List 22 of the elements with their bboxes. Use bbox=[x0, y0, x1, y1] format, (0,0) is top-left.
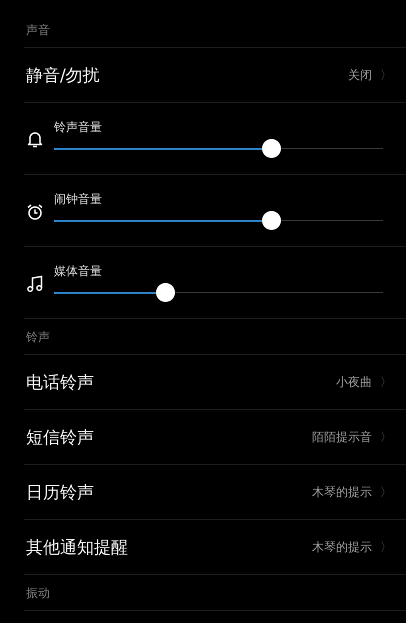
section-header: 声音 bbox=[26, 22, 50, 39]
slider-thumb[interactable] bbox=[156, 283, 176, 302]
bell-icon bbox=[26, 131, 44, 149]
alarm-clock-icon bbox=[26, 203, 44, 221]
slider-thumb[interactable] bbox=[262, 139, 281, 158]
settings-row[interactable]: 其他通知提醒 木琴的提示 〉 bbox=[24, 520, 406, 575]
slider-label: 媒体音量 bbox=[54, 263, 102, 280]
settings-row[interactable]: 静音/勿扰 关闭 〉 bbox=[24, 48, 406, 103]
settings-row[interactable]: 短信铃声 陌陌提示音 〉 bbox=[24, 410, 406, 465]
section-header: 铃声 bbox=[26, 329, 50, 346]
settings-row[interactable]: 电话铃声 小夜曲 〉 bbox=[24, 355, 406, 410]
slider-label: 铃声音量 bbox=[54, 119, 102, 136]
music-note-icon bbox=[26, 275, 44, 293]
chevron-icon: 〉 bbox=[380, 428, 392, 446]
chevron-icon: 〉 bbox=[380, 374, 392, 390]
slider-thumb[interactable] bbox=[262, 211, 281, 230]
settings-row[interactable]: 日历铃声 木琴的提示 〉 bbox=[24, 465, 406, 520]
chevron-icon: 〉 bbox=[380, 66, 392, 84]
chevron-icon: 〉 bbox=[380, 538, 392, 556]
slider-label: 闹钟音量 bbox=[54, 191, 102, 208]
section-header: 振动 bbox=[26, 585, 50, 602]
chevron-icon: 〉 bbox=[380, 484, 392, 500]
